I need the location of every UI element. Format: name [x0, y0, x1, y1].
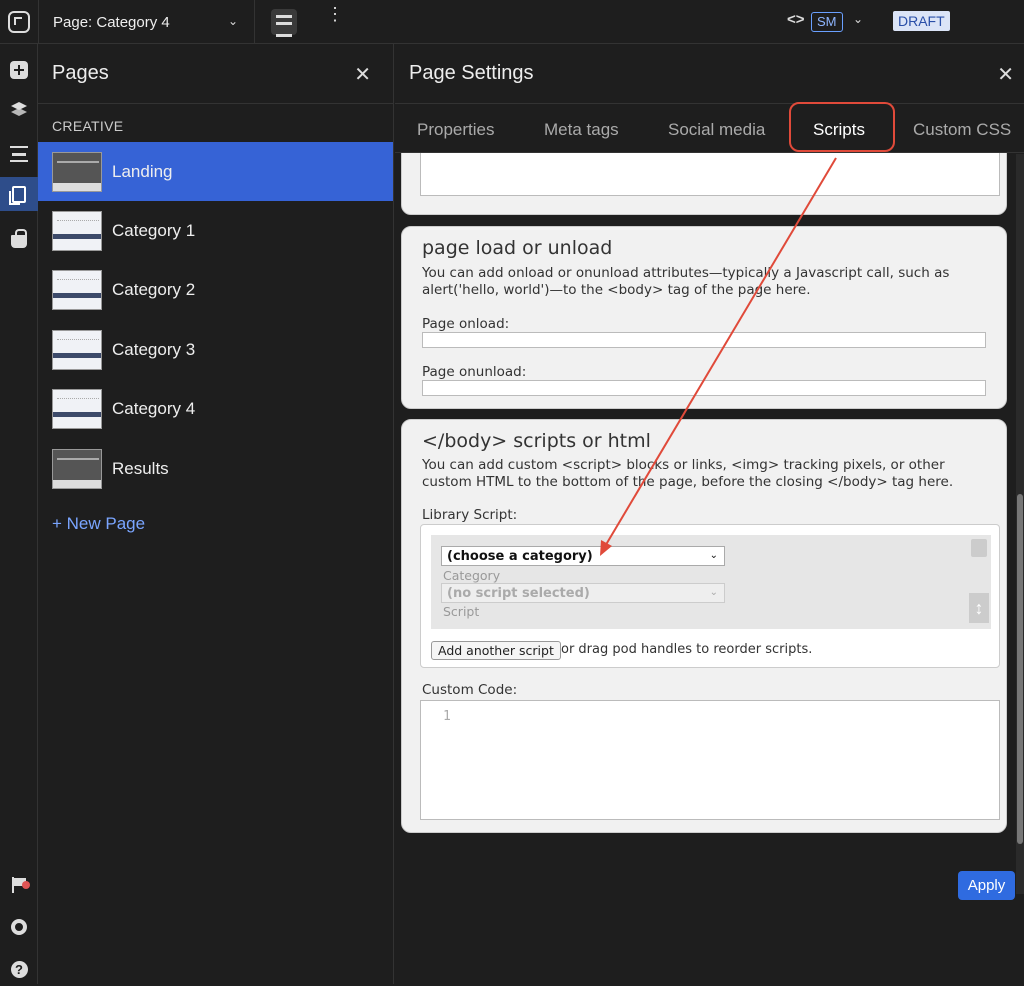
- breakpoint-chevron-icon[interactable]: ⌄: [853, 12, 863, 26]
- page-item-label: Category 3: [112, 339, 196, 359]
- pages-icon[interactable]: [0, 177, 38, 211]
- tab-social-media[interactable]: Social media: [668, 120, 765, 140]
- category-select-value: (choose a category): [447, 549, 593, 564]
- pages-title: Pages: [52, 62, 109, 84]
- drag-handle-icon[interactable]: ↕: [969, 593, 989, 623]
- body-scripts-card: </body> scripts or html You can add cust…: [401, 419, 1007, 833]
- tab-custom-css[interactable]: Custom CSS: [913, 120, 1011, 140]
- page-settings-panel: Page Settings ✕ Properties Meta tags Soc…: [395, 44, 1024, 984]
- page-item-results[interactable]: Results: [38, 439, 393, 498]
- layout-toggle-button[interactable]: [271, 9, 297, 37]
- category-select[interactable]: (choose a category) ⌄: [441, 546, 725, 566]
- code-icon[interactable]: <>: [787, 11, 805, 28]
- tab-properties[interactable]: Properties: [417, 120, 494, 140]
- new-page-button[interactable]: + New Page: [38, 498, 393, 550]
- logo-icon[interactable]: [0, 0, 38, 44]
- section-label: CREATIVE: [52, 118, 124, 134]
- breakpoint-badge[interactable]: SM: [811, 12, 843, 32]
- script-select-value: (no script selected): [447, 586, 590, 601]
- left-rail: ?: [0, 44, 38, 984]
- script-select[interactable]: (no script selected) ⌄: [441, 583, 725, 603]
- head-code-editor[interactable]: [420, 153, 1000, 196]
- script-label: Script: [443, 604, 480, 619]
- page-item-label: Landing: [112, 161, 173, 181]
- notification-dot: [22, 881, 30, 889]
- settings-header: Page Settings ✕: [395, 44, 1024, 104]
- close-icon[interactable]: ✕: [997, 62, 1014, 87]
- library-script-box: (choose a category) ⌄ Category (no scrip…: [420, 524, 1000, 668]
- onload-card: page load or unload You can add onload o…: [401, 226, 1007, 409]
- onload-label: Page onload:: [422, 316, 510, 332]
- settings-tabs: Properties Meta tags Social media Script…: [395, 102, 1024, 153]
- reorder-hint: or drag pod handles to reorder scripts.: [561, 642, 813, 657]
- page-item-landing[interactable]: Landing: [38, 142, 393, 202]
- page-item-label: Results: [112, 458, 169, 478]
- sections-icon[interactable]: [0, 137, 38, 171]
- chevron-down-icon: ⌄: [709, 587, 718, 598]
- body-scripts-description: You can add custom <script> blocks or li…: [422, 457, 954, 490]
- apply-button[interactable]: Apply: [958, 871, 1015, 900]
- head-scripts-card: [401, 153, 1007, 215]
- help-icon[interactable]: ?: [0, 952, 38, 986]
- category-label: Category: [443, 568, 501, 583]
- page-item-label: Category 4: [112, 399, 196, 419]
- page-selector[interactable]: Page: Category 4 ⌄: [38, 0, 255, 44]
- settings-title: Page Settings: [409, 62, 534, 84]
- top-bar: Page: Category 4 ⌄ ⋮ <> SM ⌄ DRAFT: [0, 0, 1024, 44]
- scrollbar[interactable]: [1016, 154, 1024, 894]
- shopping-bag-icon[interactable]: [0, 222, 38, 256]
- add-element-icon[interactable]: [0, 53, 38, 87]
- status-badge: DRAFT: [893, 11, 950, 31]
- pages-header: Pages ✕: [38, 44, 393, 104]
- page-thumbnail: [52, 151, 102, 192]
- tab-meta-tags[interactable]: Meta tags: [544, 120, 619, 140]
- annotation-highlight: [789, 102, 895, 152]
- line-number: 1: [443, 709, 451, 724]
- chevron-down-icon: ⌄: [709, 550, 718, 561]
- library-script-label: Library Script:: [422, 507, 518, 523]
- page-item-category-3[interactable]: Category 3: [38, 320, 393, 379]
- onunload-label: Page onunload:: [422, 364, 527, 380]
- settings-content: page load or unload You can add onload o…: [395, 153, 1024, 853]
- page-thumbnail: [52, 211, 102, 252]
- close-icon[interactable]: ✕: [354, 62, 371, 87]
- onload-heading: page load or unload: [422, 237, 613, 259]
- onunload-input[interactable]: [422, 380, 986, 396]
- onload-description: You can add onload or onunload attribute…: [422, 265, 950, 298]
- body-scripts-heading: </body> scripts or html: [422, 430, 651, 452]
- layers-icon[interactable]: [0, 93, 38, 127]
- page-selector-label: Page: Category 4: [53, 13, 170, 31]
- onload-input[interactable]: [422, 332, 986, 348]
- chevron-down-icon: ⌄: [227, 14, 238, 28]
- pages-panel: Pages ✕ CREATIVE Landing Category 1 Cate…: [38, 44, 394, 984]
- page-thumbnail: [52, 389, 102, 430]
- add-another-script-button[interactable]: Add another script: [431, 641, 561, 660]
- page-item-category-4[interactable]: Category 4: [38, 380, 393, 439]
- page-item-category-1[interactable]: Category 1: [38, 201, 393, 260]
- flag-icon[interactable]: [0, 868, 38, 902]
- gear-icon[interactable]: [0, 910, 38, 944]
- page-thumbnail: [52, 270, 102, 311]
- page-thumbnail: [52, 448, 102, 489]
- custom-code-editor[interactable]: 1: [420, 700, 1000, 820]
- more-options-icon[interactable]: ⋮: [326, 5, 344, 23]
- page-item-category-2[interactable]: Category 2: [38, 261, 393, 320]
- script-pod: (choose a category) ⌄ Category (no scrip…: [431, 535, 991, 629]
- page-item-label: Category 1: [112, 221, 196, 241]
- page-item-label: Category 2: [112, 280, 196, 300]
- trash-icon[interactable]: [971, 539, 987, 557]
- custom-code-label: Custom Code:: [422, 682, 518, 698]
- page-thumbnail: [52, 329, 102, 370]
- scrollbar-thumb[interactable]: [1017, 494, 1023, 844]
